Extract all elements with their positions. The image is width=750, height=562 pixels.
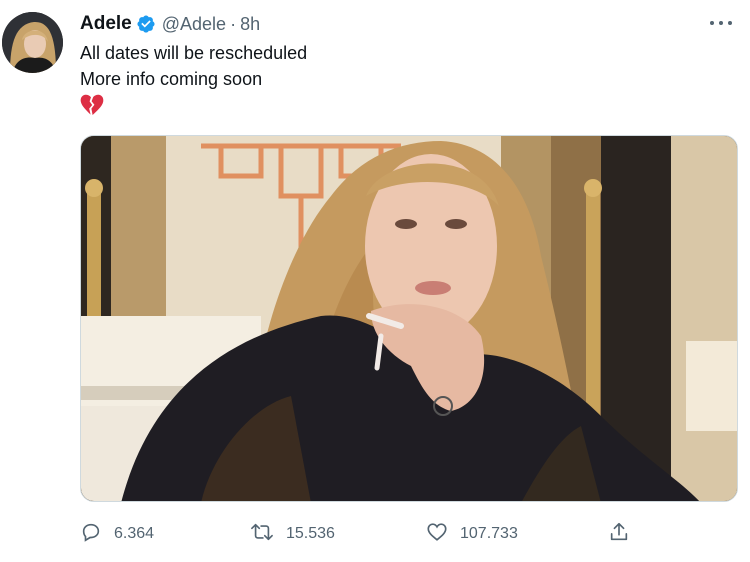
tweet: Adele @Adele · 8h All dates will be resc… — [0, 0, 750, 562]
broken-heart-icon — [80, 94, 104, 116]
tweet-video[interactable] — [80, 135, 738, 502]
avatar[interactable] — [2, 12, 63, 73]
tweet-line-1: All dates will be rescheduled — [80, 43, 308, 63]
share-icon — [608, 521, 630, 548]
timestamp[interactable]: 8h — [240, 14, 260, 35]
heart-icon — [426, 521, 448, 548]
like-count: 107.733 — [460, 525, 518, 542]
tweet-header: Adele @Adele · 8h — [80, 12, 260, 36]
reply-button[interactable]: 6.364 — [80, 518, 154, 550]
retweet-count: 15.536 — [286, 525, 335, 542]
retweet-icon — [250, 521, 274, 548]
tweet-text: All dates will be rescheduled More info … — [80, 40, 307, 92]
user-handle[interactable]: @Adele — [162, 14, 226, 35]
retweet-button[interactable]: 15.536 — [250, 518, 335, 550]
reply-icon — [80, 521, 102, 548]
verified-badge-icon — [136, 14, 156, 34]
tweet-line-2: More info coming soon — [80, 69, 263, 89]
like-button[interactable]: 107.733 — [426, 518, 518, 550]
separator-dot: · — [230, 13, 237, 34]
tweet-actions: 6.364 15.536 107.733 — [80, 518, 640, 550]
reply-count: 6.364 — [114, 525, 155, 542]
share-button[interactable] — [608, 518, 630, 550]
more-icon[interactable] — [710, 14, 732, 32]
display-name[interactable]: Adele — [80, 13, 132, 35]
